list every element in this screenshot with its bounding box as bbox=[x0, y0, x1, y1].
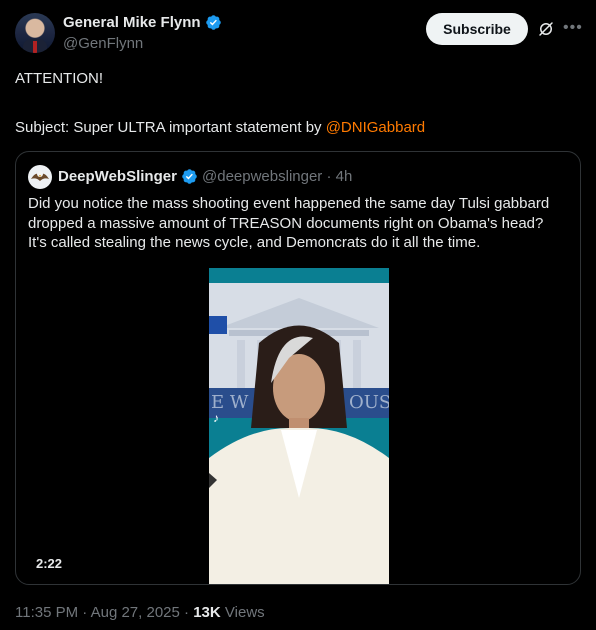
tweet-text-line-1: ATTENTION! bbox=[15, 70, 104, 87]
grok-icon[interactable] bbox=[537, 20, 555, 38]
author-handle[interactable]: @GenFlynn bbox=[63, 35, 143, 52]
subscribe-button[interactable]: Subscribe bbox=[426, 13, 528, 45]
svg-text:OUS: OUS bbox=[349, 392, 389, 413]
video-duration: 2:22 bbox=[36, 556, 63, 571]
footer-separator: · bbox=[82, 604, 88, 621]
tweet-footer: 11:35 PM · Aug 27, 2025 · 13K Views bbox=[15, 604, 265, 621]
video-thumbnail: E W OUS bbox=[209, 268, 389, 584]
more-icon[interactable]: ••• bbox=[563, 19, 582, 37]
quote-text-line: dropped a massive amount of TREASON docu… bbox=[28, 214, 544, 232]
author-avatar[interactable] bbox=[15, 13, 55, 53]
verified-badge-icon bbox=[182, 169, 197, 184]
mention-link[interactable]: @DNIGabbard bbox=[326, 119, 425, 136]
tweet-text-prefix: Subject: Super ULTRA important statement… bbox=[15, 119, 326, 136]
views-count[interactable]: 13K bbox=[193, 604, 221, 621]
quote-author-name-text[interactable]: DeepWebSlinger bbox=[58, 168, 177, 185]
tweet-date[interactable]: Aug 27, 2025 bbox=[91, 604, 180, 621]
author-name-text[interactable]: General Mike Flynn bbox=[63, 14, 201, 31]
svg-text:E W: E W bbox=[211, 392, 249, 413]
quote-text: Did you notice the mass shooting event h… bbox=[28, 194, 573, 253]
quote-text-line: It's called stealing the news cycle, and… bbox=[28, 234, 481, 251]
quoted-tweet-card[interactable]: DeepWebSlinger @deepwebslinger · 4h Did … bbox=[15, 151, 581, 585]
quote-meta: @deepwebslinger · 4h bbox=[202, 168, 352, 185]
quote-video[interactable]: E W OUS ♪ bbox=[209, 268, 389, 584]
views-label: Views bbox=[224, 604, 265, 621]
tweet-text-line-2: Subject: Super ULTRA important statement… bbox=[15, 119, 425, 136]
tweet-time[interactable]: 11:35 PM bbox=[15, 604, 78, 621]
tiktok-logo-icon: ♪ bbox=[213, 411, 219, 425]
verified-badge-icon bbox=[205, 15, 221, 30]
footer-separator: · bbox=[184, 604, 190, 621]
author-name[interactable]: General Mike Flynn bbox=[63, 14, 222, 31]
quote-author-handle[interactable]: @deepwebslinger bbox=[202, 168, 322, 185]
quote-timestamp[interactable]: 4h bbox=[336, 168, 353, 185]
quote-author-avatar[interactable] bbox=[28, 165, 52, 189]
quote-author-name[interactable]: DeepWebSlinger bbox=[58, 168, 198, 185]
quote-text-line: Did you notice the mass shooting event h… bbox=[28, 195, 550, 212]
quote-separator: · bbox=[326, 168, 332, 185]
